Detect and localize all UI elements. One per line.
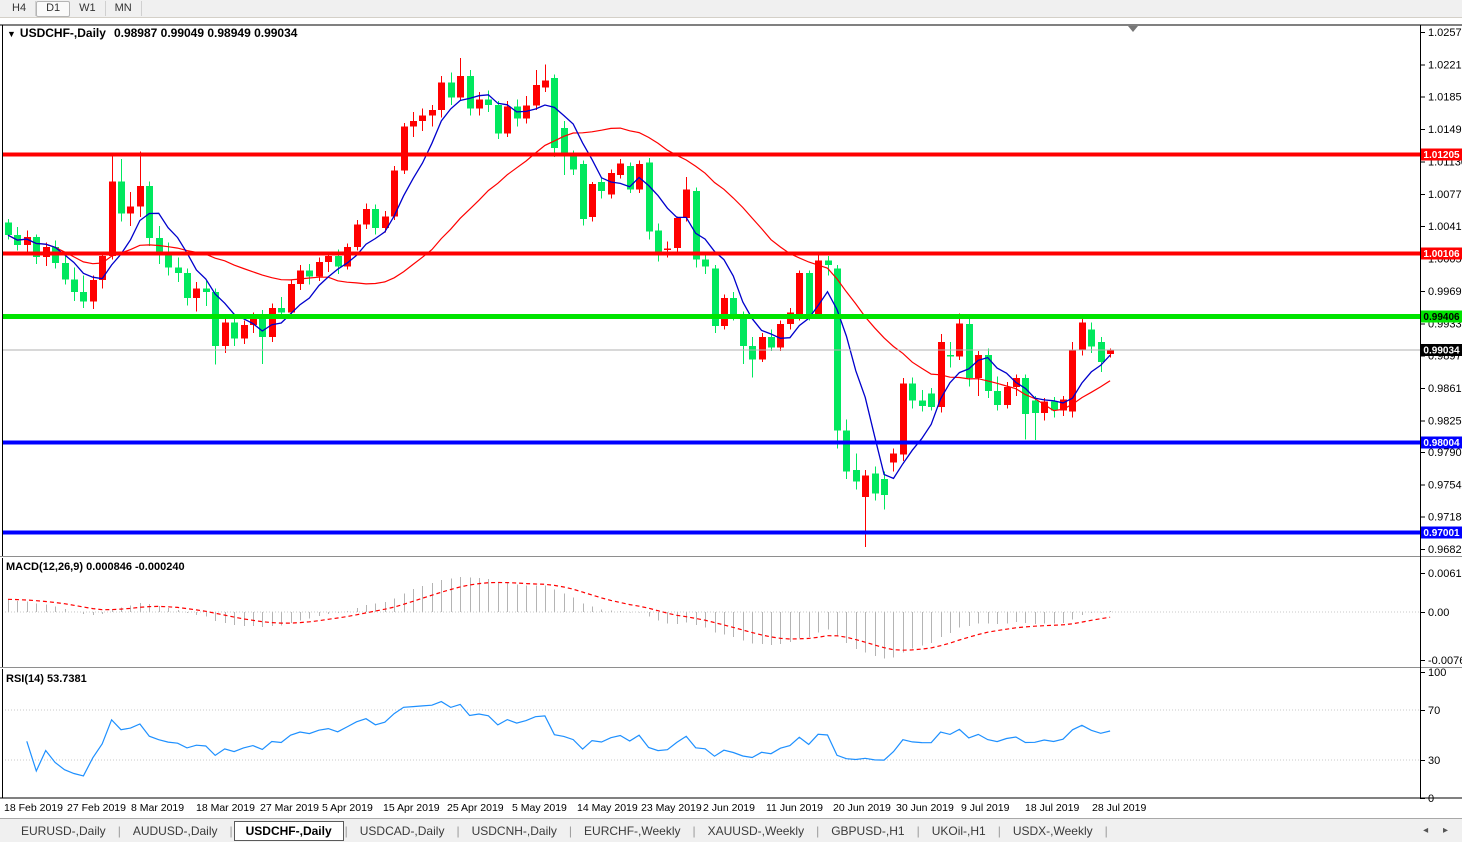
chart-title: ▼ USDCHF-,Daily 0.98987 0.99049 0.98949 0.…	[7, 26, 297, 40]
svg-text:1.00770: 1.00770	[1428, 189, 1462, 201]
svg-text:0.98004: 0.98004	[1423, 438, 1460, 449]
macd-indicator-label: MACD(12,26,9) 0.000846 -0.000240	[6, 561, 185, 573]
chart-tab-ukoil-h1[interactable]: UKOil-,H1	[921, 821, 997, 841]
svg-text:14 May 2019: 14 May 2019	[577, 802, 638, 814]
rsi-line	[27, 702, 1110, 776]
svg-text:23 May 2019: 23 May 2019	[641, 802, 702, 814]
macd-histogram	[9, 577, 1111, 659]
svg-text:1.01205: 1.01205	[1423, 150, 1460, 161]
svg-text:5 Apr 2019: 5 Apr 2019	[322, 802, 373, 814]
svg-text:0.98250: 0.98250	[1428, 415, 1462, 427]
svg-text:1.01850: 1.01850	[1428, 92, 1462, 104]
macd-signal-line	[8, 583, 1110, 651]
svg-text:25 Apr 2019: 25 Apr 2019	[447, 802, 504, 814]
timeframe-button-h4[interactable]: H4	[3, 1, 36, 16]
chart-canvas[interactable]: 1.025701.022101.018501.014901.011301.007…	[0, 18, 1462, 818]
ma-fast-line	[8, 95, 1110, 479]
tab-separator: |	[1104, 824, 1109, 838]
timeframe-button-d1[interactable]: D1	[36, 1, 70, 17]
tab-scroll-arrows[interactable]: ◂ ▸	[1423, 825, 1462, 836]
symbol-period-label: USDCHF-,Daily	[20, 26, 106, 40]
svg-text:0.99034: 0.99034	[1423, 345, 1460, 356]
svg-text:18 Feb 2019: 18 Feb 2019	[4, 802, 63, 814]
svg-text:28 Jul 2019: 28 Jul 2019	[1092, 802, 1146, 814]
chart-tab-bar: EURUSD-,Daily|AUDUSD-,Daily|USDCHF-,Dail…	[0, 818, 1462, 842]
svg-text:30: 30	[1428, 755, 1440, 767]
svg-text:5 May 2019: 5 May 2019	[512, 802, 567, 814]
date-axis[interactable]: 18 Feb 2019 27 Feb 2019 8 Mar 2019 18 Mar 2…	[4, 802, 1146, 814]
chart-tab-usdchf-daily[interactable]: USDCHF-,Daily	[234, 821, 344, 841]
chart-window[interactable]: 1.025701.022101.018501.014901.011301.007…	[0, 18, 1462, 818]
svg-text:0.00613: 0.00613	[1428, 568, 1462, 580]
svg-text:0.98610: 0.98610	[1428, 383, 1462, 395]
svg-text:20 Jun 2019: 20 Jun 2019	[833, 802, 891, 814]
svg-text:70: 70	[1428, 705, 1440, 717]
svg-text:100: 100	[1428, 667, 1446, 679]
svg-text:0.99690: 0.99690	[1428, 286, 1462, 298]
chart-tab-eurusd-daily[interactable]: EURUSD-,Daily	[10, 821, 117, 841]
svg-text:0.97540: 0.97540	[1428, 479, 1462, 491]
timeframe-button-mn[interactable]: MN	[106, 1, 142, 16]
timeframe-button-w1[interactable]: W1	[70, 1, 106, 16]
chart-tab-usdcad-daily[interactable]: USDCAD-,Daily	[349, 821, 456, 841]
svg-text:11 Jun 2019: 11 Jun 2019	[766, 802, 823, 814]
svg-text:27 Feb 2019: 27 Feb 2019	[67, 802, 126, 814]
svg-text:18 Jul 2019: 18 Jul 2019	[1025, 802, 1079, 814]
svg-text:30 Jun 2019: 30 Jun 2019	[896, 802, 954, 814]
svg-text:1.02210: 1.02210	[1428, 59, 1462, 71]
ohlc-readout: 0.98987 0.99049 0.98949 0.99034	[114, 26, 298, 40]
svg-text:-0.007612: -0.007612	[1428, 655, 1462, 667]
svg-text:1.01490: 1.01490	[1428, 124, 1462, 136]
chart-tab-usdx-weekly[interactable]: USDX-,Weekly	[1002, 821, 1104, 841]
indicator-gridlines	[2, 612, 1420, 760]
candlestick-series	[5, 58, 1114, 547]
chart-tab-eurchf-weekly[interactable]: EURCHF-,Weekly	[573, 821, 691, 841]
svg-text:27 Mar 2019: 27 Mar 2019	[260, 802, 319, 814]
svg-text:0.97180: 0.97180	[1428, 512, 1462, 524]
chart-tab-gbpusd-h1[interactable]: GBPUSD-,H1	[820, 821, 915, 841]
svg-text:1.00410: 1.00410	[1428, 221, 1462, 233]
svg-text:1.00106: 1.00106	[1423, 249, 1460, 260]
svg-text:1.02570: 1.02570	[1428, 27, 1462, 39]
price-axis[interactable]: 1.025701.022101.018501.014901.011301.007…	[1420, 27, 1462, 805]
svg-text:0.00: 0.00	[1428, 607, 1449, 619]
rsi-indicator-label: RSI(14) 53.7381	[6, 673, 87, 685]
timeframe-toolbar: H4 D1 W1 MN	[0, 0, 1462, 18]
chart-tab-audusd-daily[interactable]: AUDUSD-,Daily	[122, 821, 229, 841]
svg-text:0: 0	[1428, 793, 1434, 805]
svg-text:0.96820: 0.96820	[1428, 544, 1462, 556]
svg-text:18 Mar 2019: 18 Mar 2019	[196, 802, 255, 814]
svg-text:15 Apr 2019: 15 Apr 2019	[383, 802, 440, 814]
svg-text:0.97001: 0.97001	[1423, 528, 1460, 539]
chart-tab-xauusd-weekly[interactable]: XAUUSD-,Weekly	[697, 821, 815, 841]
dropdown-arrow-icon[interactable]: ▼	[7, 29, 16, 39]
svg-text:0.99406: 0.99406	[1423, 312, 1460, 323]
svg-text:9 Jul 2019: 9 Jul 2019	[961, 802, 1010, 814]
chart-shift-marker-icon[interactable]	[1128, 26, 1138, 32]
svg-text:2 Jun 2019: 2 Jun 2019	[703, 802, 755, 814]
pane-borders	[0, 25, 1462, 798]
chart-tab-usdcnh-daily[interactable]: USDCNH-,Daily	[461, 821, 568, 841]
svg-text:8 Mar 2019: 8 Mar 2019	[131, 802, 184, 814]
